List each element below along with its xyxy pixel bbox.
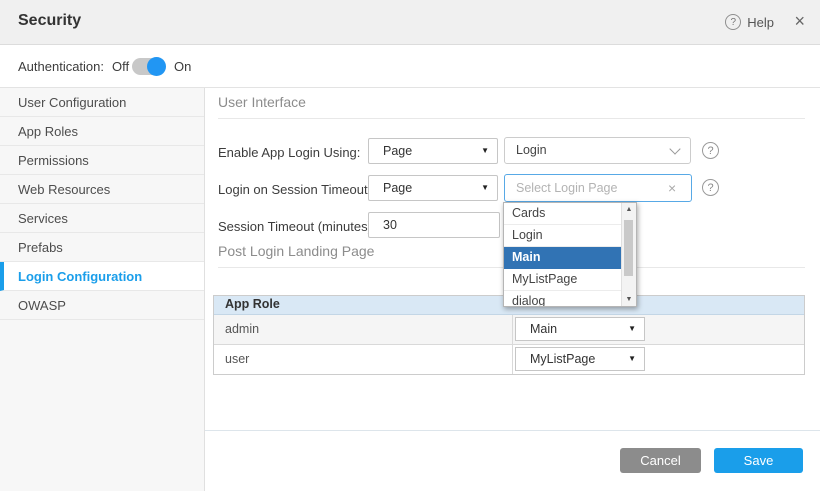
timeout-login-help-icon[interactable]: ? [702,179,719,196]
section-title-user-interface: User Interface [218,94,805,119]
enable-login-page-value: Login [516,143,547,157]
login-page-dropdown: Cards Login Main MyListPage dialog ▲ ▼ [503,202,637,307]
landing-page-value: MyListPage [530,352,595,366]
sidebar-item-permissions[interactable]: Permissions [0,146,204,175]
session-timeout-minutes-label: Session Timeout (minutes): [218,219,376,234]
table-header-app-role: App Role [214,296,513,314]
authentication-label: Authentication: [18,59,104,74]
enable-login-help-icon[interactable]: ? [702,142,719,159]
table-row: admin Main ▼ [214,315,804,345]
caret-down-icon: ▼ [481,176,489,200]
save-button[interactable]: Save [714,448,803,473]
landing-page-value: Main [530,322,557,336]
dropdown-item-mylistpage[interactable]: MyListPage [504,269,621,291]
dropdown-item-cards[interactable]: Cards [504,203,621,225]
sidebar-item-services[interactable]: Services [0,204,204,233]
landing-page-select-admin[interactable]: Main ▼ [515,317,645,341]
scrollbar-track[interactable] [622,216,636,293]
sidebar-item-web-resources[interactable]: Web Resources [0,175,204,204]
caret-down-icon: ▼ [481,139,489,163]
landing-page-select-user[interactable]: MyListPage ▼ [515,347,645,371]
dropdown-item-login[interactable]: Login [504,225,621,247]
window-header: Security ? Help × [0,0,820,45]
toggle-on-label: On [174,59,191,74]
cancel-button[interactable]: Cancel [620,448,701,473]
sidebar-item-user-configuration[interactable]: User Configuration [0,88,204,117]
scrollbar-thumb[interactable] [624,220,633,276]
caret-down-icon: ▼ [628,348,636,370]
enable-app-login-label: Enable App Login Using: [218,145,360,160]
help-button[interactable]: ? Help [725,14,774,30]
landing-page-cell: MyListPage ▼ [513,345,804,374]
caret-down-icon: ▼ [628,318,636,340]
footer-divider [205,430,820,431]
dropdown-item-main[interactable]: Main [504,247,621,269]
page-title: Security [18,12,81,30]
sidebar-item-prefabs[interactable]: Prefabs [0,233,204,262]
dropdown-item-dialog[interactable]: dialog [504,291,621,306]
timeout-login-type-select[interactable]: Page ▼ [368,175,498,201]
role-cell: admin [214,315,513,344]
role-cell: user [214,345,513,374]
clear-icon[interactable]: × [668,180,676,196]
landing-page-table: App Role admin Main ▼ user MyListPage ▼ [213,295,805,375]
toggle-off-label: Off [112,59,129,74]
select-login-page-input[interactable] [504,174,692,202]
chevron-down-icon [669,143,680,154]
session-timeout-input[interactable] [368,212,500,238]
scroll-down-icon[interactable]: ▼ [626,293,633,306]
dropdown-scrollbar[interactable]: ▲ ▼ [621,203,636,306]
enable-login-type-select[interactable]: Page ▼ [368,138,498,164]
table-row: user MyListPage ▼ [214,345,804,374]
close-icon[interactable]: × [794,11,805,32]
authentication-bar: Authentication: Off On [0,45,820,88]
toggle-knob [147,57,166,76]
authentication-toggle[interactable] [132,58,165,75]
sidebar: User Configuration App Roles Permissions… [0,88,205,491]
help-icon: ? [725,14,741,30]
session-timeout-login-label: Login on Session Timeout: [218,182,371,197]
timeout-login-type-value: Page [383,181,412,195]
help-label: Help [747,15,774,30]
sidebar-item-owasp[interactable]: OWASP [0,291,204,320]
scroll-up-icon[interactable]: ▲ [626,203,633,216]
sidebar-item-app-roles[interactable]: App Roles [0,117,204,146]
sidebar-item-login-configuration[interactable]: Login Configuration [0,262,204,291]
dropdown-list: Cards Login Main MyListPage dialog [504,203,621,306]
enable-login-type-value: Page [383,144,412,158]
enable-login-page-combobox[interactable]: Login [504,137,691,164]
landing-page-cell: Main ▼ [513,315,804,344]
